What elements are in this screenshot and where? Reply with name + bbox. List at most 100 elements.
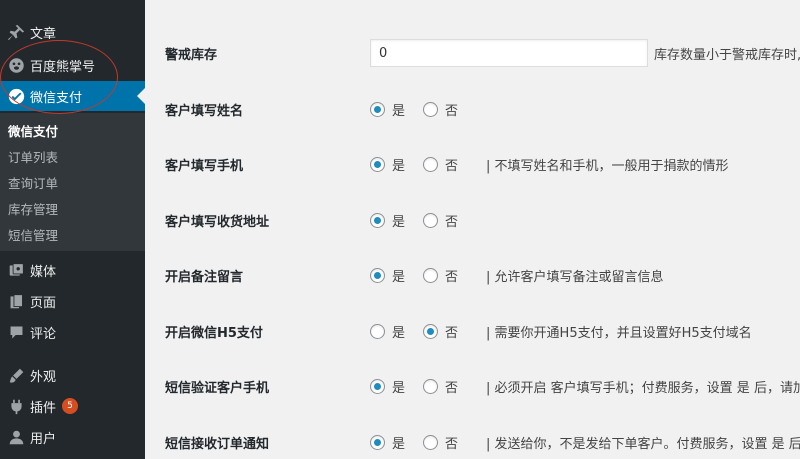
submenu-item-query-order[interactable]: 查询订单 xyxy=(0,169,145,195)
radio-dot xyxy=(374,160,381,168)
sidebar-item-plugins[interactable]: 插件 5 xyxy=(0,391,145,421)
setting-field: 是 否 | 不填写姓名和手机，一般用于捐款的情形 xyxy=(370,155,729,174)
sidebar-item-label: 评论 xyxy=(30,326,57,342)
radio-yes-label[interactable]: 是 xyxy=(392,211,405,230)
sidebar-item-media[interactable]: 媒体 xyxy=(0,255,145,285)
sidebar-item-label: 用户 xyxy=(30,431,57,447)
setting-row-customer-address: 客户填写收货地址 是 否 xyxy=(145,205,800,235)
radio-yes[interactable] xyxy=(370,378,385,394)
admin-sidebar: 文章 百度熊掌号 微信支付 微信支付 订单列表 查询订单 库存管理 短信管理 媒… xyxy=(0,0,145,459)
setting-label: 客户填写手机 xyxy=(165,158,244,174)
setting-field: 0 库存数量小于警戒库存时, xyxy=(370,39,800,67)
wechat-pay-icon xyxy=(6,86,26,106)
setting-field: 是 否 | 必须开启 客户填写手机；付费服务，设置 是 后，请加于 xyxy=(370,377,800,396)
radio-yes[interactable] xyxy=(370,323,385,339)
sidebar-item-posts[interactable]: 文章 xyxy=(0,17,145,47)
user-icon xyxy=(6,427,26,447)
setting-field: 是 否 xyxy=(370,100,476,119)
submenu: 微信支付 订单列表 查询订单 库存管理 短信管理 xyxy=(0,113,145,251)
setting-field: 是 否 | 发送给你，不是发给下单客户。付费服务，设置 是 后， xyxy=(370,433,800,452)
radio-no-label[interactable]: 否 xyxy=(445,322,458,341)
setting-description: | 必须开启 客户填写手机；付费服务，设置 是 后，请加于 xyxy=(486,380,800,396)
sidebar-item-label: 微信支付 xyxy=(30,90,83,106)
radio-yes-label[interactable]: 是 xyxy=(392,266,405,285)
setting-row-customer-phone: 客户填写手机 是 否 | 不填写姓名和手机，一般用于捐款的情形 xyxy=(145,149,800,179)
radio-dot xyxy=(374,105,381,113)
radio-no[interactable] xyxy=(423,323,439,339)
pin-icon xyxy=(6,22,26,42)
radio-dot xyxy=(374,382,381,390)
setting-label: 开启备注留言 xyxy=(165,269,244,285)
radio-yes-label[interactable]: 是 xyxy=(392,322,405,341)
setting-row-stock-warning: 警戒库存 0 库存数量小于警戒库存时, xyxy=(145,38,800,68)
setting-field: 是 否 xyxy=(370,211,476,230)
submenu-item-inventory[interactable]: 库存管理 xyxy=(0,195,145,221)
radio-yes-label[interactable]: 是 xyxy=(392,155,405,174)
settings-panel: 警戒库存 0 库存数量小于警戒库存时, 客户填写姓名 是 否 客户填写手机 是 … xyxy=(145,0,800,459)
sidebar-item-label: 文章 xyxy=(30,26,57,42)
setting-label: 开启微信H5支付 xyxy=(165,325,263,341)
setting-label: 客户填写收货地址 xyxy=(165,214,270,230)
setting-row-h5-pay: 开启微信H5支付 是 否 | 需要你开通H5支付，并且设置好H5支付域名 xyxy=(145,316,800,346)
sidebar-item-users[interactable]: 用户 xyxy=(0,422,145,452)
comment-icon xyxy=(6,322,26,342)
submenu-item-wechat-pay[interactable]: 微信支付 xyxy=(0,117,145,143)
setting-description: | 允许客户填写备注或留言信息 xyxy=(486,269,664,285)
radio-yes[interactable] xyxy=(370,212,385,228)
setting-label: 警戒库存 xyxy=(165,47,218,63)
setting-row-sms-verify: 短信验证客户手机 是 否 | 必须开启 客户填写手机；付费服务，设置 是 后，请… xyxy=(145,371,800,401)
radio-yes[interactable] xyxy=(370,101,385,117)
sidebar-item-label: 外观 xyxy=(30,369,57,385)
radio-dot xyxy=(374,216,381,224)
radio-dot xyxy=(427,327,435,335)
media-icon xyxy=(6,260,26,280)
radio-no[interactable] xyxy=(423,378,439,394)
plugin-icon xyxy=(6,396,26,416)
radio-no-label[interactable]: 否 xyxy=(445,433,458,452)
sidebar-item-wechat-pay[interactable]: 微信支付 xyxy=(0,81,145,111)
sidebar-item-baidu-xiongzhang[interactable]: 百度熊掌号 xyxy=(0,50,145,80)
setting-row-sms-order-notify: 短信接收订单通知 是 否 | 发送给你，不是发给下单客户。付费服务，设置 是 后… xyxy=(145,427,800,457)
setting-description: | 不填写姓名和手机，一般用于捐款的情形 xyxy=(486,158,729,174)
sidebar-item-comments[interactable]: 评论 xyxy=(0,317,145,347)
radio-no-label[interactable]: 否 xyxy=(445,155,458,174)
radio-no[interactable] xyxy=(423,212,439,228)
radio-no[interactable] xyxy=(423,267,439,283)
radio-yes[interactable] xyxy=(370,156,385,172)
submenu-item-sms[interactable]: 短信管理 xyxy=(0,221,145,247)
radio-no[interactable] xyxy=(423,434,439,450)
radio-no[interactable] xyxy=(423,156,439,172)
radio-no-label[interactable]: 否 xyxy=(445,100,458,119)
sidebar-item-appearance[interactable]: 外观 xyxy=(0,360,145,390)
setting-description: | 发送给你，不是发给下单客户。付费服务，设置 是 后， xyxy=(486,436,800,452)
sidebar-item-label: 媒体 xyxy=(30,264,57,280)
radio-yes-label[interactable]: 是 xyxy=(392,100,405,119)
radio-yes[interactable] xyxy=(370,434,385,450)
setting-label: 客户填写姓名 xyxy=(165,103,244,119)
radio-no-label[interactable]: 否 xyxy=(445,211,458,230)
submenu-item-order-list[interactable]: 订单列表 xyxy=(0,143,145,169)
stock-warning-input[interactable]: 0 xyxy=(370,39,648,67)
sidebar-item-label: 插件 xyxy=(30,400,57,416)
setting-field: 是 否 | 允许客户填写备注或留言信息 xyxy=(370,266,664,285)
setting-label: 短信验证客户手机 xyxy=(165,380,270,396)
sidebar-item-pages[interactable]: 页面 xyxy=(0,286,145,316)
brush-icon xyxy=(6,365,26,385)
current-menu-arrow xyxy=(137,88,145,104)
radio-yes[interactable] xyxy=(370,267,385,283)
radio-no-label[interactable]: 否 xyxy=(445,377,458,396)
setting-row-remark: 开启备注留言 是 否 | 允许客户填写备注或留言信息 xyxy=(145,260,800,290)
update-count-badge: 5 xyxy=(62,398,79,414)
setting-label: 短信接收订单通知 xyxy=(165,436,270,452)
radio-no-label[interactable]: 否 xyxy=(445,266,458,285)
sidebar-item-label: 页面 xyxy=(30,295,57,311)
radio-yes-label[interactable]: 是 xyxy=(392,433,405,452)
setting-description: | 需要你开通H5支付，并且设置好H5支付域名 xyxy=(486,325,752,341)
setting-row-customer-name: 客户填写姓名 是 否 xyxy=(145,94,800,124)
radio-dot xyxy=(374,271,381,279)
radio-dot xyxy=(374,438,381,446)
radio-yes-label[interactable]: 是 xyxy=(392,377,405,396)
setting-field: 是 否 | 需要你开通H5支付，并且设置好H5支付域名 xyxy=(370,322,752,341)
radio-no[interactable] xyxy=(423,101,439,117)
paw-icon xyxy=(6,55,26,75)
